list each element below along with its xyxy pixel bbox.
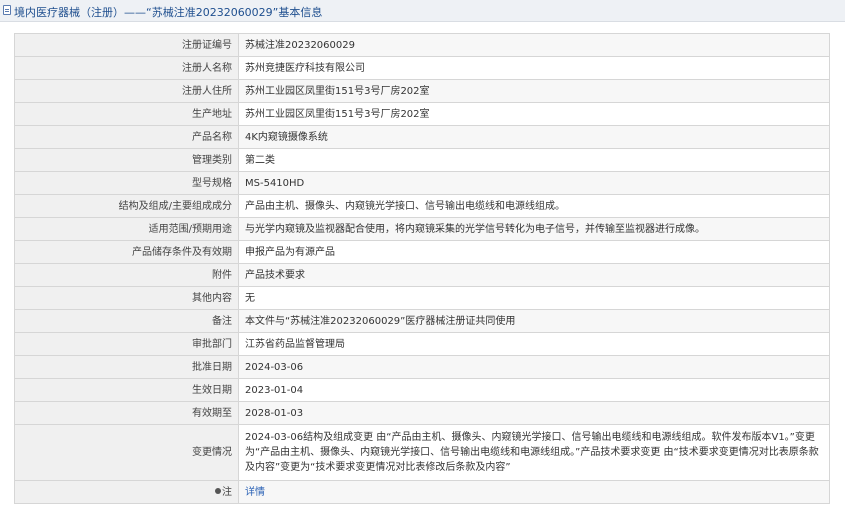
device-info-table: 注册证编号 苏械注准20232060029 注册人名称 苏州竞捷医疗科技有限公司… <box>14 33 830 504</box>
row-label: 产品名称 <box>14 125 239 149</box>
note-label: 注 <box>222 486 232 498</box>
table-row: 型号规格 MS-5410HD <box>14 171 830 195</box>
row-value: 苏州竞捷医疗科技有限公司 <box>238 56 830 80</box>
table-row: 生效日期 2023-01-04 <box>14 378 830 402</box>
row-value: 与光学内窥镜及监视器配合使用，将内窥镜采集的光学信号转化为电子信号，并传输至监视… <box>238 217 830 241</box>
table-row: 产品储存条件及有效期 申报产品为有源产品 <box>14 240 830 264</box>
row-value: 本文件与“苏械注准20232060029”医疗器械注册证共同使用 <box>238 309 830 333</box>
row-value: 2028-01-03 <box>238 401 830 425</box>
table-row: 结构及组成/主要组成成分 产品由主机、摄像头、内窥镜光学接口、信号输出电缆线和电… <box>14 194 830 218</box>
table-row: 适用范围/预期用途 与光学内窥镜及监视器配合使用，将内窥镜采集的光学信号转化为电… <box>14 217 830 241</box>
row-value: 2023-01-04 <box>238 378 830 402</box>
table-row: 管理类别 第二类 <box>14 148 830 172</box>
table-row: 注册证编号 苏械注准20232060029 <box>14 33 830 57</box>
row-label: 注册人住所 <box>14 79 239 103</box>
row-label: 批准日期 <box>14 355 239 379</box>
table-row: 生产地址 苏州工业园区凤里街151号3号厂房202室 <box>14 102 830 126</box>
row-value: 产品技术要求 <box>238 263 830 287</box>
table-row: 附件 产品技术要求 <box>14 263 830 287</box>
row-label: 注册人名称 <box>14 56 239 80</box>
table-row: 批准日期 2024-03-06 <box>14 355 830 379</box>
row-label: 生产地址 <box>14 102 239 126</box>
table-row: 审批部门 江苏省药品监督管理局 <box>14 332 830 356</box>
row-value: 苏州工业园区凤里街151号3号厂房202室 <box>238 102 830 126</box>
table-row: 注册人住所 苏州工业园区凤里街151号3号厂房202室 <box>14 79 830 103</box>
table-row: 备注 本文件与“苏械注准20232060029”医疗器械注册证共同使用 <box>14 309 830 333</box>
note-row: 注 详情 <box>14 480 830 504</box>
note-value-cell: 详情 <box>238 480 830 504</box>
page-header: 境内医疗器械（注册）——“苏械注准20232060029”基本信息 <box>0 0 845 22</box>
location-pin-icon <box>215 487 221 494</box>
row-label: 生效日期 <box>14 378 239 402</box>
table-row: 变更情况 2024-03-06结构及组成变更 由“产品由主机、摄像头、内窥镜光学… <box>14 424 830 481</box>
row-label: 管理类别 <box>14 148 239 172</box>
row-label: 注册证编号 <box>14 33 239 57</box>
row-value: 江苏省药品监督管理局 <box>238 332 830 356</box>
row-label: 结构及组成/主要组成成分 <box>14 194 239 218</box>
row-label: 附件 <box>14 263 239 287</box>
row-value: MS-5410HD <box>238 171 830 195</box>
row-label: 备注 <box>14 309 239 333</box>
row-value: 苏州工业园区凤里街151号3号厂房202室 <box>238 79 830 103</box>
note-label-cell: 注 <box>14 480 239 504</box>
table-row: 产品名称 4K内窥镜摄像系统 <box>14 125 830 149</box>
table-row: 有效期至 2028-01-03 <box>14 401 830 425</box>
row-value: 申报产品为有源产品 <box>238 240 830 264</box>
row-value: 产品由主机、摄像头、内窥镜光学接口、信号输出电缆线和电源线组成。 <box>238 194 830 218</box>
row-label: 适用范围/预期用途 <box>14 217 239 241</box>
row-value: 2024-03-06 <box>238 355 830 379</box>
table-row: 其他内容 无 <box>14 286 830 310</box>
details-link[interactable]: 详情 <box>245 487 265 498</box>
row-value: 苏械注准20232060029 <box>238 33 830 57</box>
row-label: 产品储存条件及有效期 <box>14 240 239 264</box>
row-label: 审批部门 <box>14 332 239 356</box>
page-title: 境内医疗器械（注册）——“苏械注准20232060029”基本信息 <box>14 6 323 19</box>
row-value: 无 <box>238 286 830 310</box>
row-value: 2024-03-06结构及组成变更 由“产品由主机、摄像头、内窥镜光学接口、信号… <box>238 424 830 481</box>
row-label: 变更情况 <box>14 424 239 481</box>
table-row: 注册人名称 苏州竞捷医疗科技有限公司 <box>14 56 830 80</box>
row-label: 型号规格 <box>14 171 239 195</box>
row-label: 有效期至 <box>14 401 239 425</box>
row-value: 4K内窥镜摄像系统 <box>238 125 830 149</box>
document-icon <box>3 5 11 15</box>
row-label: 其他内容 <box>14 286 239 310</box>
row-value: 第二类 <box>238 148 830 172</box>
